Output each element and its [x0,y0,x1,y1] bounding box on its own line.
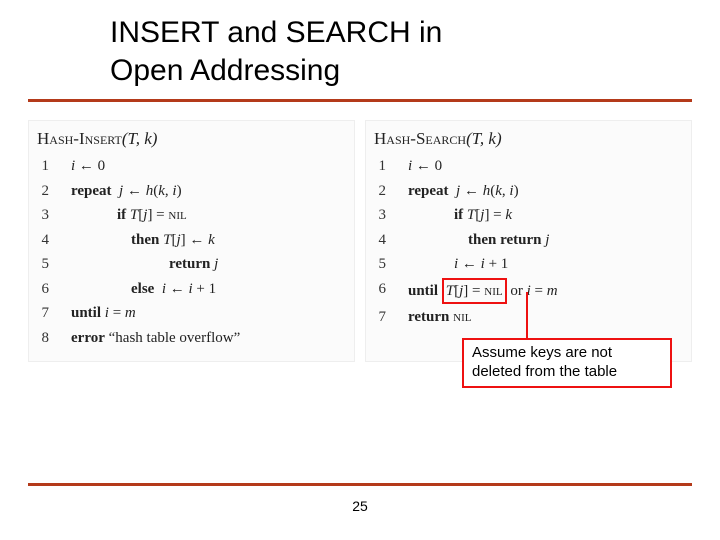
code-line: until i = m [53,302,244,327]
line-number: 3 [37,204,53,229]
line-number: 6 [374,278,390,307]
note-line-2: deleted from the table [472,363,617,380]
code-line: return j [53,253,244,278]
hash-search-name: Hash-Search [374,129,466,148]
hash-search-args: (T, k) [466,129,502,148]
line-number: 2 [374,180,390,205]
line-number: 8 [37,327,53,352]
code-line: i ← 0 [53,155,244,180]
footer-divider [28,483,692,486]
line-number: 3 [374,204,390,229]
code-line: error “hash table overflow” [53,327,244,352]
line-number: 7 [37,302,53,327]
callout-connector [526,292,540,340]
hash-search-header: Hash-Search(T, k) [374,129,683,149]
line-number: 1 [374,155,390,180]
callout-note: Assume keys are not deleted from the tab… [462,338,672,388]
page-number: 25 [0,498,720,514]
hash-insert-header: Hash-Insert(T, k) [37,129,346,149]
code-line: repeat j ← h(k, i) [390,180,562,205]
slide-title: INSERT and SEARCH in Open Addressing [0,0,720,99]
code-line: repeat j ← h(k, i) [53,180,244,205]
line-number: 6 [37,278,53,303]
line-number: 5 [374,253,390,278]
title-line-2: Open Addressing [110,54,340,87]
line-number: 1 [37,155,53,180]
code-line: else i ← i + 1 [53,278,244,303]
line-number: 7 [374,306,390,331]
line-number: 4 [37,229,53,254]
line-number: 5 [37,253,53,278]
code-line: i ← 0 [390,155,562,180]
title-line-1: INSERT and SEARCH in [110,16,442,49]
code-line: if T[j] = nil [53,204,244,229]
highlighted-condition: T[j] = nil [442,278,507,305]
hash-insert-code: 1 i ← 0 2 repeat j ← h(k, i) 3 if T[j] =… [37,155,244,351]
code-line: then T[j] ← k [53,229,244,254]
code-line: i ← i + 1 [390,253,562,278]
line-number: 4 [374,229,390,254]
hash-insert-args: (T, k) [122,129,158,148]
code-line: if T[j] = k [390,204,562,229]
line-number: 2 [37,180,53,205]
code-line: then return j [390,229,562,254]
content-area: Hash-Insert(T, k) 1 i ← 0 2 repeat j ← h… [0,102,720,362]
hash-insert-pane: Hash-Insert(T, k) 1 i ← 0 2 repeat j ← h… [28,120,355,362]
note-line-1: Assume keys are not [472,344,612,361]
hash-insert-name: Hash-Insert [37,129,122,148]
